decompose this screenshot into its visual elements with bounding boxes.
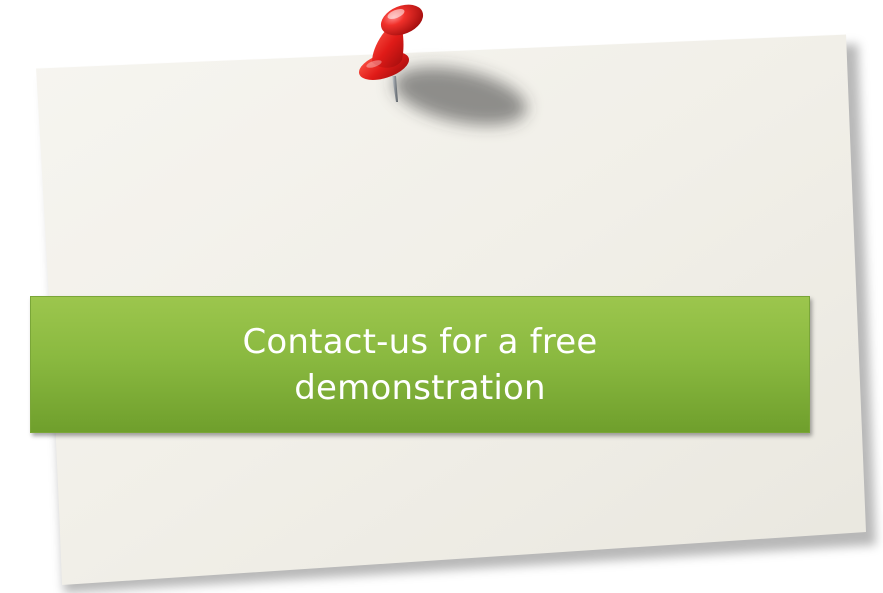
- contact-us-label: Contact-us for a free demonstration: [242, 321, 598, 408]
- sticky-note-scene: Contact-us for a free demonstration: [0, 0, 883, 593]
- contact-us-banner[interactable]: Contact-us for a free demonstration: [30, 296, 810, 433]
